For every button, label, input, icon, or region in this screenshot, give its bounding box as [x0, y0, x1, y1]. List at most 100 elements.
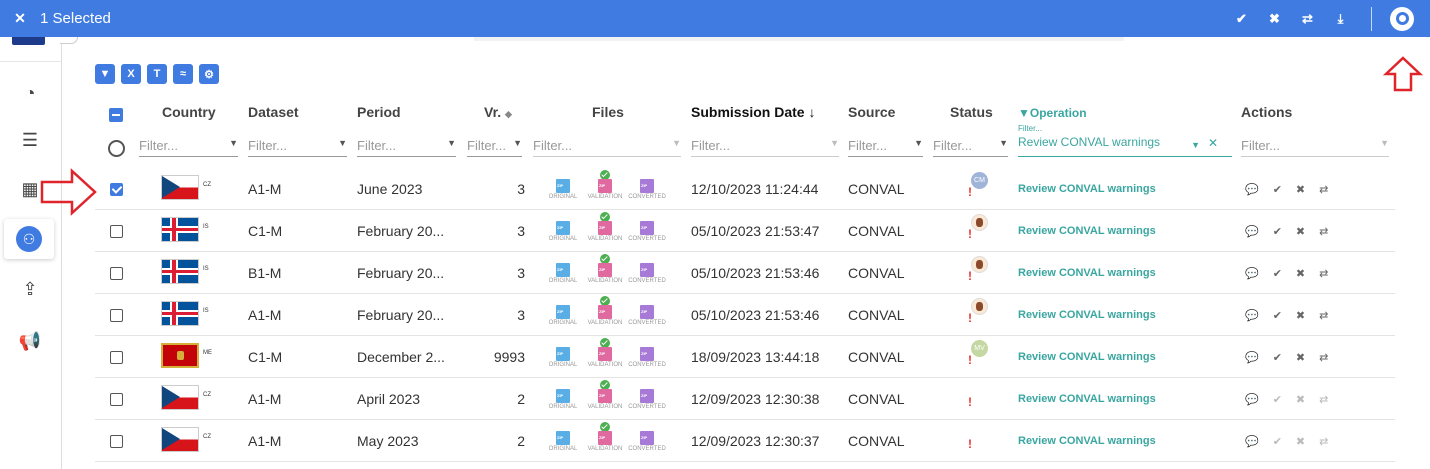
- close-icon[interactable]: ✖: [1296, 393, 1305, 406]
- target-icon[interactable]: [1390, 6, 1414, 31]
- file-validation-icon[interactable]: VALIDATION: [585, 380, 625, 410]
- operation-cell[interactable]: Review CONVAL warnings: [1018, 168, 1156, 210]
- download-icon[interactable]: ⤓: [1324, 11, 1357, 27]
- file-original-icon[interactable]: ORIGINAL: [543, 382, 583, 410]
- row-checkbox[interactable]: [110, 393, 123, 406]
- sidebar-toggle[interactable]: [60, 37, 78, 44]
- close-icon[interactable]: ✖: [1296, 183, 1305, 196]
- file-original-icon[interactable]: ORIGINAL: [543, 340, 583, 368]
- filter-dataset[interactable]: Filter... ▼: [248, 135, 347, 157]
- swap-icon[interactable]: ⇄: [1319, 267, 1328, 280]
- swap-icon[interactable]: ⇄: [1319, 309, 1328, 322]
- comment-icon[interactable]: 💬: [1245, 267, 1259, 280]
- filter-files[interactable]: Filter... ▼: [533, 135, 681, 157]
- table-row[interactable]: IS C1-M February 20... 3 ORIGINAL VALIDA…: [95, 210, 1395, 252]
- swap-icon[interactable]: ⇄: [1319, 351, 1328, 364]
- row-checkbox[interactable]: [110, 267, 123, 280]
- file-converted-icon[interactable]: CONVERTED: [627, 214, 667, 242]
- file-validation-icon[interactable]: VALIDATION: [585, 338, 625, 368]
- table-row[interactable]: CZ A1-M June 2023 3 ORIGINAL VALIDATION …: [95, 168, 1395, 210]
- file-validation-icon[interactable]: VALIDATION: [585, 422, 625, 452]
- filter-period[interactable]: Filter... ▼: [357, 135, 456, 157]
- stack-icon[interactable]: ☰: [12, 122, 48, 158]
- hub-icon[interactable]: ⚇: [4, 219, 54, 259]
- filter-submission-date[interactable]: Filter... ▼: [691, 135, 839, 157]
- comment-icon[interactable]: 💬: [1245, 435, 1259, 448]
- table-row[interactable]: ME C1-M December 2... 9993 ORIGINAL VALI…: [95, 336, 1395, 378]
- operation-cell[interactable]: Review CONVAL warnings: [1018, 294, 1156, 336]
- file-validation-icon[interactable]: VALIDATION: [585, 212, 625, 242]
- select-all-checkbox[interactable]: [109, 108, 123, 122]
- check-icon[interactable]: ✔: [1273, 267, 1282, 280]
- check-icon[interactable]: ✔: [1273, 351, 1282, 364]
- swap-icon[interactable]: ⇄: [1319, 435, 1328, 448]
- file-validation-icon[interactable]: VALIDATION: [585, 170, 625, 200]
- header-country[interactable]: Country: [162, 104, 216, 120]
- swap-icon[interactable]: ⇄: [1319, 225, 1328, 238]
- swap-icon[interactable]: ⇄: [1319, 183, 1328, 196]
- table-row[interactable]: CZ A1-M May 2023 2 ORIGINAL VALIDATION C…: [95, 420, 1395, 462]
- filter-country[interactable]: Filter... ▼: [139, 135, 238, 157]
- caret-down-icon[interactable]: ▼: [1191, 140, 1200, 150]
- table-row[interactable]: CZ A1-M April 2023 2 ORIGINAL VALIDATION…: [95, 378, 1395, 420]
- operation-cell[interactable]: Review CONVAL warnings: [1018, 336, 1156, 378]
- check-icon[interactable]: ✔: [1273, 183, 1282, 196]
- header-version[interactable]: Vr. ◆: [484, 104, 512, 120]
- file-original-icon[interactable]: ORIGINAL: [543, 256, 583, 284]
- header-dataset[interactable]: Dataset: [248, 104, 299, 120]
- table-row[interactable]: IS A1-M February 20... 3 ORIGINAL VALIDA…: [95, 294, 1395, 336]
- file-converted-icon[interactable]: CONVERTED: [627, 382, 667, 410]
- comment-icon[interactable]: 💬: [1245, 183, 1259, 196]
- filter-actions[interactable]: Filter... ▼: [1241, 135, 1389, 157]
- excel-icon[interactable]: X: [121, 64, 141, 84]
- close-icon[interactable]: ✖: [1258, 11, 1291, 27]
- header-submission-date[interactable]: Submission Date ↓: [691, 104, 815, 120]
- close-icon[interactable]: ✖: [1296, 435, 1305, 448]
- comment-icon[interactable]: 💬: [1245, 225, 1259, 238]
- check-icon[interactable]: ✔: [1273, 435, 1282, 448]
- comment-icon[interactable]: 💬: [1245, 309, 1259, 322]
- file-converted-icon[interactable]: CONVERTED: [627, 256, 667, 284]
- dashboard-icon[interactable]: ◔: [12, 75, 48, 111]
- swap-icon[interactable]: ⇄: [1319, 393, 1328, 406]
- file-original-icon[interactable]: ORIGINAL: [543, 172, 583, 200]
- file-validation-icon[interactable]: VALIDATION: [585, 296, 625, 326]
- check-icon[interactable]: ✔: [1273, 225, 1282, 238]
- header-status[interactable]: Status: [950, 104, 993, 120]
- close-icon[interactable]: ✕: [0, 10, 40, 27]
- header-source[interactable]: Source: [848, 104, 895, 120]
- file-converted-icon[interactable]: CONVERTED: [627, 298, 667, 326]
- filter-reset-icon[interactable]: ▼: [95, 64, 115, 84]
- row-checkbox[interactable]: [110, 309, 123, 322]
- row-checkbox[interactable]: [110, 225, 123, 238]
- collapse-icon[interactable]: ≈: [173, 64, 193, 84]
- close-icon[interactable]: ✖: [1296, 225, 1305, 238]
- upload-icon[interactable]: ⇪: [12, 271, 48, 307]
- check-icon[interactable]: ✔: [1273, 309, 1282, 322]
- comment-icon[interactable]: 💬: [1245, 393, 1259, 406]
- file-converted-icon[interactable]: CONVERTED: [627, 340, 667, 368]
- file-validation-icon[interactable]: VALIDATION: [585, 254, 625, 284]
- row-checkbox[interactable]: [110, 351, 123, 364]
- filter-version[interactable]: Filter... ▼: [467, 135, 522, 157]
- file-original-icon[interactable]: ORIGINAL: [543, 424, 583, 452]
- row-checkbox[interactable]: [110, 435, 123, 448]
- settings-icon[interactable]: ⚙: [199, 64, 219, 84]
- file-converted-icon[interactable]: CONVERTED: [627, 424, 667, 452]
- operation-cell[interactable]: Review CONVAL warnings: [1018, 420, 1156, 462]
- select-radio[interactable]: [108, 140, 125, 157]
- filter-status[interactable]: Filter... ▼: [933, 135, 1008, 157]
- operation-cell[interactable]: Review CONVAL warnings: [1018, 378, 1156, 420]
- clear-filter-icon[interactable]: ✕: [1208, 136, 1218, 150]
- megaphone-icon[interactable]: 📢: [12, 323, 48, 359]
- comment-icon[interactable]: 💬: [1245, 351, 1259, 364]
- check-icon[interactable]: ✔: [1273, 393, 1282, 406]
- filter-source[interactable]: Filter... ▼: [848, 135, 923, 157]
- table-row[interactable]: IS B1-M February 20... 3 ORIGINAL VALIDA…: [95, 252, 1395, 294]
- row-checkbox[interactable]: [110, 183, 123, 196]
- file-original-icon[interactable]: ORIGINAL: [543, 214, 583, 242]
- filter-operation[interactable]: Filter... Review CONVAL warnings ▼ ✕: [1018, 124, 1232, 157]
- file-original-icon[interactable]: ORIGINAL: [543, 298, 583, 326]
- header-period[interactable]: Period: [357, 104, 401, 120]
- text-icon[interactable]: T: [147, 64, 167, 84]
